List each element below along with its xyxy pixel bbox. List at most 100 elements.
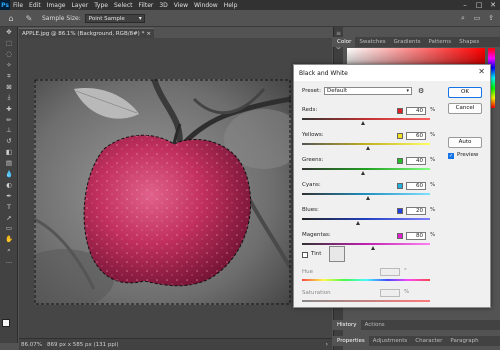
greens-ramp[interactable]	[302, 168, 430, 170]
eyedropper-tool-icon[interactable]: ✎	[22, 11, 36, 25]
saturation-label: Saturation	[302, 290, 331, 296]
greens-value-field[interactable]: 40	[406, 157, 426, 165]
path-select-icon[interactable]: ➚	[0, 212, 18, 223]
type-tool-icon[interactable]: T	[0, 201, 18, 212]
close-icon[interactable]: ✕	[478, 67, 485, 76]
cyans-label: Cyans:	[302, 182, 321, 188]
tab-actions[interactable]: Actions	[361, 320, 389, 330]
menu-type[interactable]: Type	[91, 2, 111, 9]
document-tab[interactable]: APPLE.jpg @ 86.1% (Background, RGB/8#) *…	[19, 28, 154, 38]
tab-shapes[interactable]: Shapes	[455, 37, 483, 47]
eraser-tool-icon[interactable]: ◧	[0, 147, 18, 158]
saturation-ramp[interactable]	[302, 300, 430, 302]
menu-help[interactable]: Help	[221, 2, 241, 9]
cyans-value-field[interactable]: 60	[406, 182, 426, 190]
cancel-button[interactable]: Cancel	[448, 103, 482, 114]
history-brush-icon[interactable]: ↺	[0, 136, 18, 147]
tint-color-swatch[interactable]	[329, 246, 345, 262]
zoom-tool-icon[interactable]: ⌕	[0, 245, 18, 256]
tab-properties[interactable]: Properties	[333, 336, 369, 346]
tab-adjustments[interactable]: Adjustments	[369, 336, 411, 346]
preset-options-icon[interactable]: ⚙	[418, 87, 424, 95]
menu-3d[interactable]: 3D	[156, 2, 170, 9]
menu-edit[interactable]: Edit	[26, 2, 44, 9]
reds-slider-thumb[interactable]	[360, 121, 365, 125]
reds-color-swatch	[397, 108, 403, 114]
tab-gradients[interactable]: Gradients	[390, 37, 425, 47]
frame-tool-icon[interactable]: ⊠	[0, 81, 18, 92]
tint-checkbox[interactable]	[302, 252, 308, 258]
close-window-button[interactable]: ✕	[486, 0, 500, 10]
magentas-slider-thumb[interactable]	[371, 246, 376, 250]
hue-ramp[interactable]	[302, 279, 430, 281]
tab-history[interactable]: History	[333, 320, 361, 330]
menu-select[interactable]: Select	[111, 2, 136, 9]
zoom-level[interactable]: 86.07%	[19, 341, 42, 348]
tab-paragraph[interactable]: Paragraph	[446, 336, 482, 346]
reds-label: Reds:	[302, 107, 318, 113]
preview-checkbox[interactable]: ✓	[448, 153, 454, 159]
minimize-button[interactable]: –	[458, 0, 472, 10]
yellows-ramp[interactable]	[302, 143, 430, 145]
blur-tool-icon[interactable]: 💧	[0, 169, 18, 180]
greens-percent-sign: %	[430, 157, 436, 163]
rectangle-tool-icon[interactable]: ▭	[0, 223, 18, 234]
pen-tool-icon[interactable]: ✒	[0, 190, 18, 201]
preset-select[interactable]: Default	[324, 87, 412, 95]
blues-value-field[interactable]: 20	[406, 207, 426, 215]
ok-button[interactable]: OK	[448, 87, 482, 98]
hand-tool-icon[interactable]: ✋	[0, 234, 18, 245]
black-and-white-dialog: Black and White ✕ Preset: Default ⚙ Reds…	[293, 64, 491, 308]
clone-stamp-icon[interactable]: ⊥	[0, 125, 18, 136]
maximize-button[interactable]: □	[472, 0, 486, 10]
tint-label: Tint	[311, 251, 322, 257]
auto-button[interactable]: Auto	[448, 137, 482, 148]
magentas-label: Magentas:	[302, 232, 331, 238]
eyedropper-icon[interactable]: ⤓	[0, 92, 18, 103]
hue-field[interactable]	[380, 268, 400, 276]
menu-filter[interactable]: Filter	[136, 2, 157, 9]
greens-slider-thumb[interactable]	[360, 171, 365, 175]
status-arrow-icon[interactable]: ›	[326, 341, 328, 348]
workspace-icon[interactable]: ▭	[472, 13, 482, 23]
gradient-tool-icon[interactable]: ▤	[0, 158, 18, 169]
blues-slider-thumb[interactable]	[355, 221, 360, 225]
sample-size-select[interactable]: Point Sample	[84, 13, 145, 23]
crop-tool-icon[interactable]: ⌗	[0, 71, 18, 82]
menu-file[interactable]: File	[10, 2, 26, 9]
saturation-unit: %	[404, 289, 410, 295]
lasso-tool-icon[interactable]: ◌	[0, 49, 18, 60]
magentas-ramp[interactable]	[302, 243, 430, 245]
more-tools-icon[interactable]: …	[0, 256, 18, 267]
healing-brush-icon[interactable]: ✚	[0, 103, 18, 114]
tab-patterns[interactable]: Patterns	[424, 37, 455, 47]
dialog-titlebar: Black and White ✕	[294, 65, 490, 81]
sample-size-label: Sample Size:	[42, 14, 81, 22]
search-icon[interactable]: ⌕	[458, 13, 468, 23]
apple-image[interactable]	[34, 79, 291, 305]
foreground-color-swatch[interactable]	[2, 319, 10, 327]
blues-ramp[interactable]	[302, 218, 430, 220]
menu-image[interactable]: Image	[44, 2, 69, 9]
dodge-tool-icon[interactable]: ◐	[0, 179, 18, 190]
tab-swatches[interactable]: Swatches	[355, 37, 389, 47]
marquee-tool-icon[interactable]: ⬚	[0, 38, 18, 49]
home-icon[interactable]: ⌂	[4, 11, 18, 25]
menu-layer[interactable]: Layer	[68, 2, 91, 9]
cyans-ramp[interactable]	[302, 193, 430, 195]
saturation-field[interactable]	[380, 289, 400, 297]
reds-value-field[interactable]: 40	[406, 107, 426, 115]
move-tool-icon[interactable]: ✥	[0, 27, 18, 38]
tab-color[interactable]: Color	[333, 37, 356, 47]
cyans-slider-thumb[interactable]	[366, 196, 371, 200]
magentas-value-field[interactable]: 80	[406, 232, 426, 240]
tab-character[interactable]: Character	[411, 336, 446, 346]
yellows-value-field[interactable]: 60	[406, 132, 426, 140]
menu-view[interactable]: View	[171, 2, 191, 9]
yellows-slider-thumb[interactable]	[366, 146, 371, 150]
quick-select-tool-icon[interactable]: ✧	[0, 60, 18, 71]
brush-tool-icon[interactable]: ✏	[0, 114, 18, 125]
share-icon[interactable]: ⇪	[486, 13, 496, 23]
menu-window[interactable]: Window	[191, 2, 221, 9]
reds-ramp[interactable]	[302, 118, 430, 120]
